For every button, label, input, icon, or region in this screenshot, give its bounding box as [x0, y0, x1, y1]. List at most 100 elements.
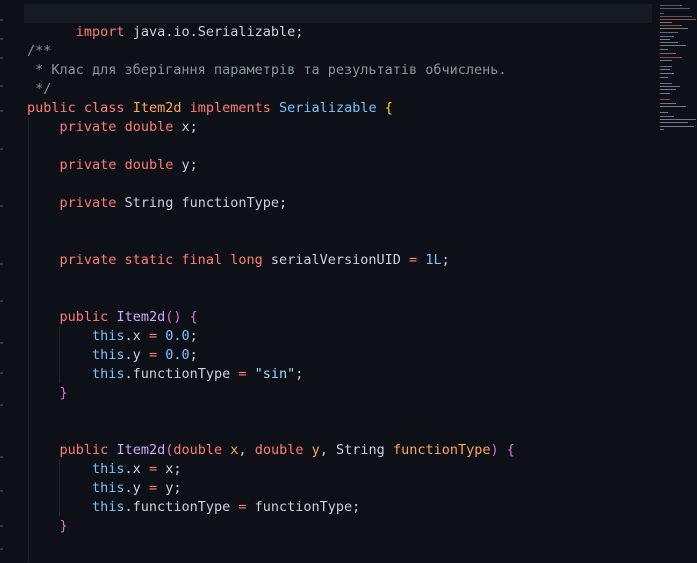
semicolon: ; [295, 366, 304, 382]
minimap-line [660, 45, 686, 46]
minimap-line [660, 66, 672, 67]
minimap-line [660, 22, 672, 23]
minimap-line [660, 8, 690, 9]
literal-value: 1L [425, 252, 442, 268]
minimap-line [660, 39, 670, 40]
gutter-marker [0, 205, 3, 207]
gutter-marker [0, 490, 3, 492]
constructor-close-brace: } [59, 518, 68, 534]
minimap-line [660, 28, 688, 29]
code-line-field-y[interactable]: private double y; [27, 156, 198, 175]
gutter-marker [0, 110, 3, 112]
param-name: functionType [392, 442, 491, 458]
keyword-this: this [92, 480, 125, 496]
minimap-line [660, 129, 664, 130]
keyword-public: public [59, 309, 109, 325]
gutter-marker [0, 525, 3, 527]
gutter-marker [0, 342, 3, 344]
param-ref: functionType [254, 499, 353, 515]
code-line-doc-open[interactable]: /** [27, 42, 51, 61]
code-line-doc-text[interactable]: * Клас для зберігання параметрів та резу… [27, 61, 506, 80]
operator-assign: = [148, 461, 158, 477]
minimap-line [660, 57, 682, 58]
code-line-serial-version-uid[interactable]: private static final long serialVersionU… [27, 251, 450, 270]
semicolon: ; [352, 499, 361, 515]
code-line-constructor-params[interactable]: public Item2d(double x, double y, String… [27, 441, 515, 460]
minimap-line [660, 53, 676, 54]
keyword-modifiers: private static final [59, 252, 223, 268]
minimap-line [660, 36, 674, 37]
gutter-marker [0, 148, 3, 150]
constructor-name: Item2d [116, 442, 166, 458]
code-line-field-function-type[interactable]: private String functionType; [27, 194, 288, 213]
code-line-import[interactable]: import java.io.Serializable; [27, 4, 304, 40]
field-ref: .y [124, 480, 149, 496]
operator-assign: = [409, 252, 418, 268]
minimap-line [660, 103, 676, 104]
code-line-assign-y[interactable]: this.y = y; [27, 479, 182, 498]
minimap-line [660, 106, 686, 107]
param-name: y [311, 442, 320, 458]
code-line-field-x[interactable]: private double x; [27, 118, 198, 137]
field-name: functionType; [173, 195, 288, 211]
keyword-public: public [59, 442, 109, 458]
minimap-line [660, 5, 682, 6]
line-gutter [0, 0, 14, 563]
class-name: Item2d [132, 100, 182, 116]
operator-assign: = [148, 480, 158, 496]
minimap-line [660, 126, 694, 127]
code-line-assign-x[interactable]: this.x = 0.0; [27, 327, 198, 346]
code-line-constructor-default[interactable]: public Item2d() { [27, 308, 198, 327]
code-line-assign-function-type[interactable]: this.functionType = "sin"; [27, 365, 303, 384]
gutter-marker [0, 19, 3, 21]
field-ref: .y [124, 347, 149, 363]
code-line-constructor-close[interactable]: } [27, 384, 68, 403]
semicolon: ; [173, 480, 182, 496]
gutter-marker [0, 57, 3, 59]
type-double: double [124, 157, 174, 173]
class-open-brace: { [384, 100, 393, 116]
param-type: double [254, 442, 304, 458]
gutter-marker [0, 456, 3, 458]
minimap-line [660, 49, 668, 50]
code-line-assign-y[interactable]: this.y = 0.0; [27, 346, 198, 365]
minimap-line [660, 69, 670, 70]
field-ref: .functionType [124, 499, 239, 515]
minimap-line [660, 119, 696, 120]
gutter-marker [0, 548, 3, 550]
code-line-class-declaration[interactable]: public class Item2d implements Serializa… [27, 99, 393, 118]
minimap-line [660, 93, 670, 94]
constructor-open-brace: { [189, 309, 198, 325]
code-line-assign-x[interactable]: this.x = x; [27, 460, 181, 479]
constructor-parens: () [165, 309, 182, 325]
type-long: long [230, 252, 263, 268]
minimap-line [660, 83, 672, 84]
keyword-class: class [83, 100, 125, 116]
minimap-line [660, 112, 668, 113]
param-name: x [230, 442, 239, 458]
literal-value: 0.0 [165, 328, 190, 344]
gutter-marker [0, 38, 3, 40]
operator-assign: = [238, 366, 247, 382]
code-line-constructor-close[interactable]: } [27, 517, 68, 536]
minimap[interactable] [656, 0, 697, 563]
field-name: serialVersionUID [262, 252, 410, 268]
gutter-marker [0, 404, 3, 406]
code-line-doc-close[interactable]: */ [27, 80, 51, 99]
constructor-name: Item2d [116, 309, 166, 325]
code-editor[interactable]: import java.io.Serializable; /** * Клас … [0, 0, 697, 563]
minimap-line [660, 122, 688, 123]
field-name: x; [173, 119, 198, 135]
semicolon: ; [441, 252, 450, 268]
code-line-assign-function-type[interactable]: this.functionType = functionType; [27, 498, 360, 517]
minimap-line [660, 116, 674, 117]
gutter-marker [0, 300, 3, 302]
string-literal: "sin" [254, 366, 296, 382]
gutter-marker [0, 372, 3, 374]
param-type: double [173, 442, 223, 458]
interface-name: Serializable [279, 100, 377, 116]
keyword-public: public [27, 100, 76, 116]
constructor-close-brace: } [59, 385, 68, 401]
keyword-this: this [92, 499, 125, 515]
semicolon: ; [189, 347, 198, 363]
